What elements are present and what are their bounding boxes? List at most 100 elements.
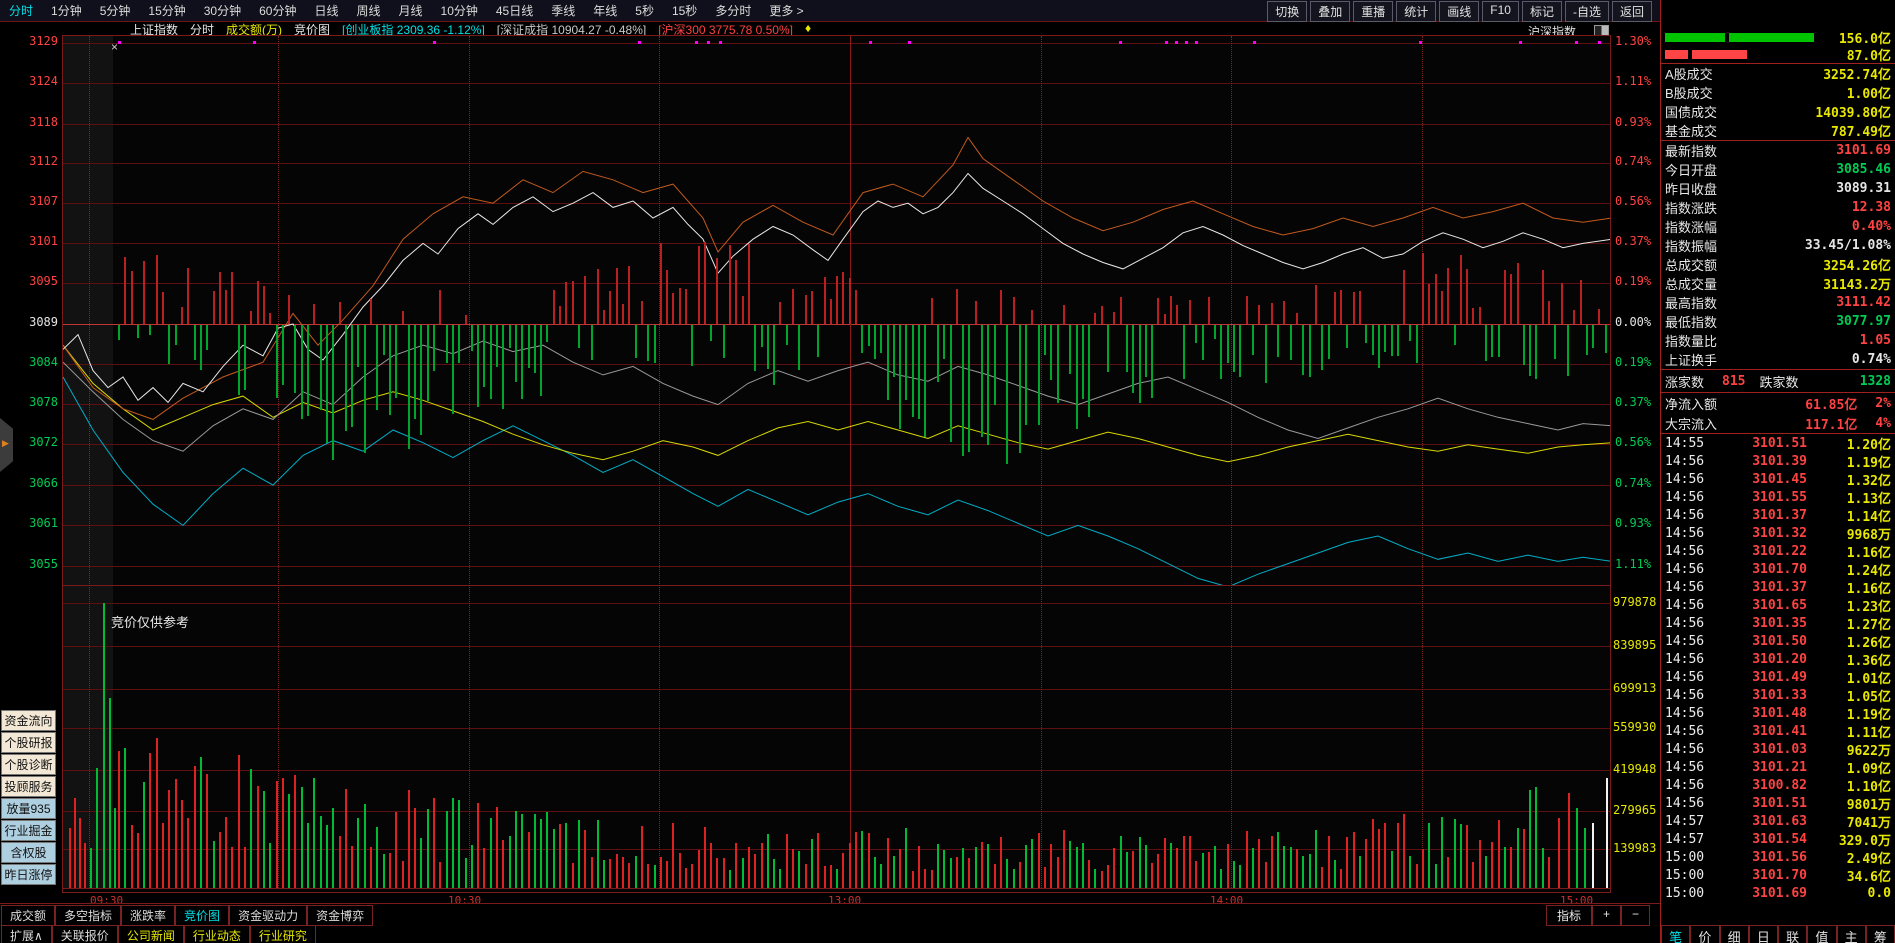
stat-label: 指数涨幅 xyxy=(1665,220,1718,235)
flow-bar xyxy=(1195,325,1197,343)
panel-tab-2[interactable]: 细 xyxy=(1719,925,1749,943)
flow-bar xyxy=(446,325,448,363)
period-tab-6[interactable]: 日线 xyxy=(305,0,347,21)
bottom-tab-5[interactable]: 资金博弈 xyxy=(307,905,374,926)
flow-bar xyxy=(250,311,252,324)
stat-label: 指数量比 xyxy=(1665,334,1718,349)
panel-tab-0[interactable]: 笔 xyxy=(1661,925,1691,943)
panel-tab-4[interactable]: 联 xyxy=(1778,925,1808,943)
panel-tab-5[interactable]: 值 xyxy=(1807,925,1837,943)
side-button-6[interactable]: 含权股 xyxy=(1,842,56,863)
period-tab-14[interactable]: 15秒 xyxy=(663,0,706,21)
flow-bar xyxy=(842,272,844,324)
flow-bar xyxy=(483,325,485,387)
period-tab-11[interactable]: 季线 xyxy=(542,0,584,21)
indicator-button[interactable]: 指标 xyxy=(1546,905,1593,926)
panel-tab-1[interactable]: 价 xyxy=(1690,925,1720,943)
side-button-0[interactable]: 资金流向 xyxy=(1,710,56,731)
period-tab-7[interactable]: 周线 xyxy=(347,0,389,21)
flow-bar xyxy=(1076,325,1078,429)
flow-bar xyxy=(565,282,567,324)
stat-row: 总成交额 3254.26亿 xyxy=(1661,255,1895,274)
side-button-3[interactable]: 投顾服务 xyxy=(1,776,56,797)
toolbar-button-5[interactable]: F10 xyxy=(1482,1,1519,22)
flow-bar xyxy=(754,325,756,371)
flow-bar xyxy=(1340,290,1342,324)
toolbar-button-2[interactable]: 重播 xyxy=(1353,1,1394,22)
side-button-2[interactable]: 个股诊断 xyxy=(1,754,56,775)
volume-bar xyxy=(402,861,404,888)
volume-bar xyxy=(1025,845,1027,888)
flow-bar xyxy=(509,325,511,348)
side-button-7[interactable]: 昨日涨停 xyxy=(1,864,56,885)
period-tab-9[interactable]: 10分钟 xyxy=(432,0,487,21)
bottom-tab-2[interactable]: 涨跌率 xyxy=(121,905,176,926)
toolbar-button-1[interactable]: 叠加 xyxy=(1310,1,1351,22)
flow-bar xyxy=(131,271,133,324)
bottom-tab-1[interactable]: 多空指标 xyxy=(55,905,122,926)
bottom-tab-4[interactable]: 资金驱动力 xyxy=(229,905,308,926)
volume-bar xyxy=(761,843,763,888)
tick-time: 14:56 xyxy=(1665,741,1705,757)
period-tab-4[interactable]: 30分钟 xyxy=(195,0,250,21)
side-button-1[interactable]: 个股研报 xyxy=(1,732,56,753)
panel-tab-7[interactable]: 筹 xyxy=(1865,925,1895,943)
toolbar-button-0[interactable]: 切换 xyxy=(1267,1,1308,22)
tick-time: 14:56 xyxy=(1665,669,1705,685)
toolbar-button-6[interactable]: 标记 xyxy=(1521,1,1562,22)
info-tab-2[interactable]: 公司新闻 xyxy=(117,925,184,943)
percent-label: 0.37% xyxy=(1615,234,1652,248)
toolbar-button-4[interactable]: 画线 xyxy=(1439,1,1480,22)
flow-bar xyxy=(137,325,139,338)
flow-bar xyxy=(1447,268,1449,324)
h-gridline xyxy=(63,603,1610,604)
zoom-out-button[interactable]: − xyxy=(1621,905,1651,926)
close-icon[interactable]: × xyxy=(111,41,118,53)
flow-bar xyxy=(704,242,706,324)
flow-bar xyxy=(465,315,467,324)
volume-bar xyxy=(79,818,81,888)
toolbar-button-8[interactable]: 返回 xyxy=(1611,1,1652,22)
flow-bar xyxy=(402,311,404,324)
info-tab-4[interactable]: 行业研究 xyxy=(249,925,316,943)
volume-bar xyxy=(439,862,441,888)
period-tab-3[interactable]: 15分钟 xyxy=(139,0,194,21)
period-tab-0[interactable]: 分时 xyxy=(0,0,42,21)
volume-bar xyxy=(1606,778,1608,888)
bottom-tab-3[interactable]: 竞价图 xyxy=(175,905,230,926)
period-tab-16[interactable]: 更多 > xyxy=(760,0,812,21)
tick-row: 14:56 3101.51 9801万 xyxy=(1661,794,1895,813)
volume-bar xyxy=(339,836,341,888)
stat-label: 最高指数 xyxy=(1665,296,1718,311)
drawer-handle[interactable]: ▶ xyxy=(0,418,13,472)
period-tab-15[interactable]: 多分时 xyxy=(706,0,760,21)
panel-tab-3[interactable]: 日 xyxy=(1748,925,1778,943)
intraday-chart[interactable]: × 竞价仅供参考 xyxy=(62,35,1611,893)
period-tab-2[interactable]: 5分钟 xyxy=(91,0,140,21)
tick-time: 14:56 xyxy=(1665,579,1705,595)
side-button-5[interactable]: 行业掘金 xyxy=(1,820,56,841)
bottom-tab-0[interactable]: 成交额 xyxy=(1,905,56,926)
tick-price: 3101.55 xyxy=(1752,489,1807,505)
period-tab-8[interactable]: 月线 xyxy=(390,0,432,21)
volume-bar xyxy=(1044,867,1046,888)
zoom-in-button[interactable]: + xyxy=(1592,905,1622,926)
percent-label: 0.56% xyxy=(1615,435,1652,449)
side-button-4[interactable]: 放量935 xyxy=(1,798,56,819)
period-tab-5[interactable]: 60分钟 xyxy=(250,0,305,21)
toolbar-button-7[interactable]: -自选 xyxy=(1564,1,1609,22)
panel-tab-6[interactable]: 主 xyxy=(1836,925,1866,943)
info-tab-3[interactable]: 行业动态 xyxy=(183,925,250,943)
volume-scale-label: 419948 xyxy=(1613,762,1657,776)
tick-amount: 1.19亿 xyxy=(1846,707,1891,723)
volume-bar xyxy=(490,818,492,888)
volume-bar xyxy=(1107,865,1109,888)
period-tab-10[interactable]: 45日线 xyxy=(487,0,542,21)
period-tab-13[interactable]: 5秒 xyxy=(626,0,663,21)
info-tab-1[interactable]: 关联报价 xyxy=(51,925,118,943)
info-tab-0[interactable]: 扩展∧ xyxy=(1,925,52,943)
period-tab-1[interactable]: 1分钟 xyxy=(42,0,91,21)
period-tab-12[interactable]: 年线 xyxy=(584,0,626,21)
flow-bar xyxy=(931,298,933,324)
toolbar-button-3[interactable]: 统计 xyxy=(1396,1,1437,22)
